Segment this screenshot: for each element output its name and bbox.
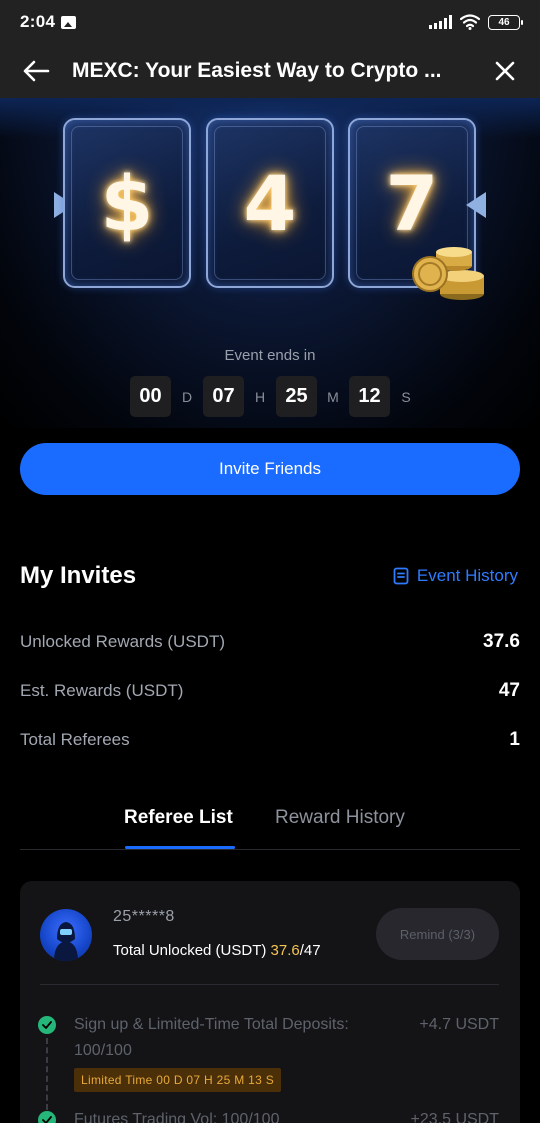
event-history-label: Event History xyxy=(416,566,518,585)
avatar xyxy=(40,909,92,961)
unlocked-amount: 37.6 xyxy=(270,942,300,959)
close-button[interactable] xyxy=(490,56,520,86)
check-icon xyxy=(38,1111,56,1123)
stat-label: Total Referees xyxy=(20,730,130,749)
stat-row-total-referees: Total Referees 1 xyxy=(20,729,520,751)
total-unlocked: Total Unlocked (USDT) 37.6/47 xyxy=(113,942,321,959)
slot-reel: 4 xyxy=(206,118,334,288)
stat-row-unlocked-rewards: Unlocked Rewards (USDT) 37.6 xyxy=(20,631,520,653)
total-amount: /47 xyxy=(299,942,321,959)
countdown-days: 00 xyxy=(130,376,171,417)
referee-id: 25*****8 xyxy=(113,908,175,925)
referee-card: 25*****8 Total Unlocked (USDT) 37.6/47 R… xyxy=(20,881,520,1123)
stat-label: Unlocked Rewards (USDT) xyxy=(20,632,225,651)
event-ends-label: Event ends in xyxy=(224,347,316,364)
stat-value: 47 xyxy=(498,680,520,701)
task-label-line: 100/100 xyxy=(74,1042,132,1059)
limited-time-badge: Limited Time 00 D 07 H 25 M 13 S xyxy=(74,1068,282,1092)
task-label: Futures Trading Vol: 100/100 xyxy=(74,1111,280,1123)
countdown-minutes: 25 xyxy=(276,376,317,417)
task-reward: +4.7 USDT xyxy=(419,1016,499,1033)
event-history-link[interactable]: Event History xyxy=(393,566,518,586)
tab-referee-list[interactable]: Referee List xyxy=(124,807,233,829)
countdown-hours: 07 xyxy=(203,376,244,417)
reel-pointer-right-icon xyxy=(466,192,486,218)
arrow-left-icon xyxy=(23,60,50,82)
event-countdown: 00 D 07 H 25 M 12 S xyxy=(130,376,422,417)
stat-value: 37.6 xyxy=(483,631,520,652)
my-invites-title: My Invites xyxy=(20,562,137,589)
status-bar: 2:04 46 xyxy=(0,0,540,44)
check-icon xyxy=(38,1016,56,1034)
task-label-line: Sign up & Limited-Time Total Deposits: xyxy=(74,1016,349,1033)
task-connector xyxy=(46,1038,48,1110)
countdown-seconds: 12 xyxy=(349,376,390,417)
title-bar: MEXC: Your Easiest Way to Crypto ... xyxy=(0,44,540,98)
countdown-unit: S xyxy=(401,388,411,405)
countdown-unit: D xyxy=(181,388,193,405)
countdown-unit: H xyxy=(254,388,266,405)
invite-friends-button[interactable]: Invite Friends xyxy=(20,443,520,495)
slot-reel: $ xyxy=(63,118,191,288)
document-icon xyxy=(393,567,409,585)
task-reward: +23.5 USDT xyxy=(410,1111,499,1123)
divider xyxy=(40,984,499,985)
countdown-unit: M xyxy=(327,388,339,405)
status-time: 2:04 xyxy=(20,12,56,31)
back-button[interactable] xyxy=(20,55,52,87)
stat-row-est-rewards: Est. Rewards (USDT) 47 xyxy=(20,680,520,702)
active-tab-indicator xyxy=(125,846,235,849)
remind-button[interactable]: Remind (3/3) xyxy=(376,908,499,960)
total-unlocked-label: Total Unlocked (USDT) xyxy=(113,942,271,959)
battery-level: 46 xyxy=(498,16,510,28)
referee-tabs: Referee List Reward History xyxy=(20,800,520,850)
wifi-icon xyxy=(460,14,480,30)
image-notification-icon xyxy=(61,15,77,29)
battery-icon: 46 xyxy=(488,14,523,30)
stat-label: Est. Rewards (USDT) xyxy=(20,681,184,700)
page-title: MEXC: Your Easiest Way to Crypto ... xyxy=(72,59,442,82)
signal-icon xyxy=(429,15,452,29)
coin-stack-icon xyxy=(412,247,484,300)
stat-value: 1 xyxy=(509,729,520,750)
close-icon xyxy=(495,61,515,81)
tab-reward-history[interactable]: Reward History xyxy=(275,807,405,829)
task-label: Sign up & Limited-Time Total Deposits: 1… xyxy=(74,1012,349,1064)
status-icons: 46 xyxy=(429,14,523,30)
